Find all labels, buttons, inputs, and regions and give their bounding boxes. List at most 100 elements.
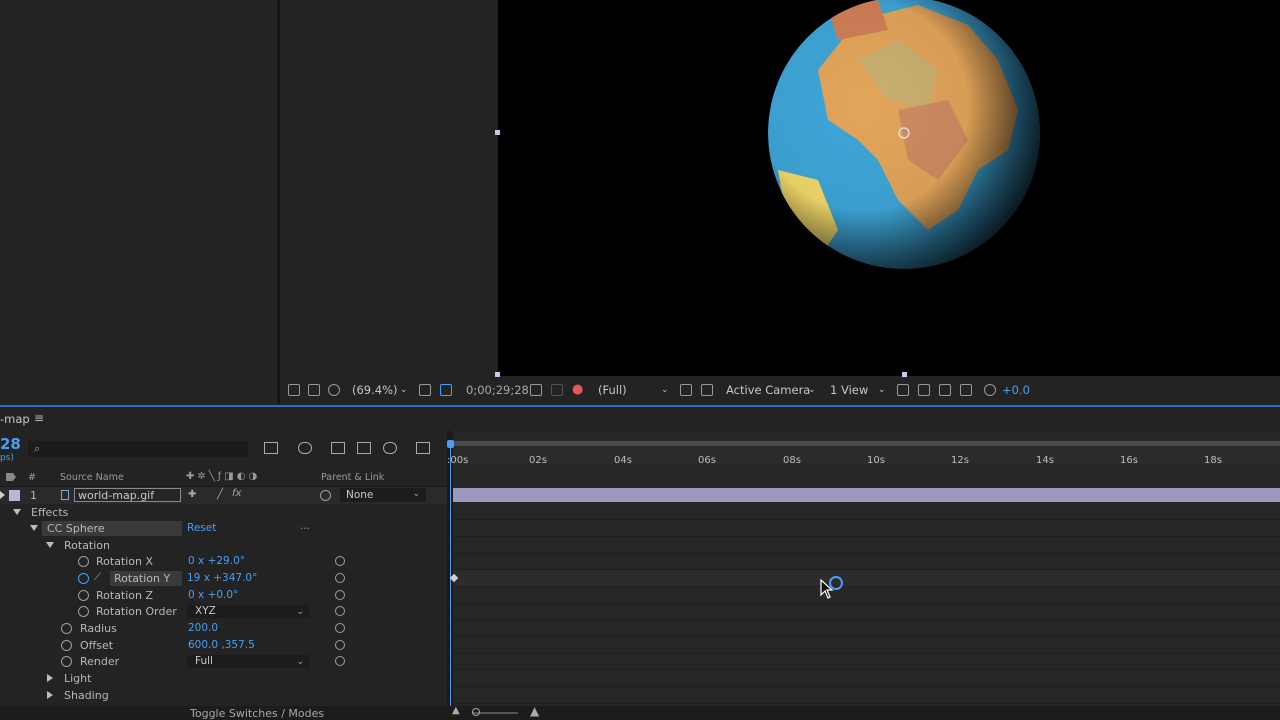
twirl-down-icon[interactable]: [46, 542, 54, 548]
search-input[interactable]: ⌕: [28, 441, 248, 457]
expression-pickwhip-icon[interactable]: [335, 623, 345, 633]
effects-switch-icon[interactable]: fx: [232, 488, 241, 499]
stopwatch-icon[interactable]: [78, 556, 89, 567]
draft-3d-icon[interactable]: [298, 442, 312, 454]
quality-switch-icon[interactable]: ╱: [217, 489, 223, 500]
stopwatch-icon[interactable]: [78, 606, 89, 617]
property-row-rotation-x[interactable]: Rotation X 0 x +29.0°: [0, 553, 447, 570]
twirl-icon[interactable]: [0, 491, 5, 499]
rotation-order-dropdown[interactable]: XYZ ⌄: [187, 605, 310, 618]
property-row-render[interactable]: Render Full ⌄: [0, 653, 447, 670]
resolution-dropdown[interactable]: (Full): [598, 383, 627, 397]
twirl-right-icon[interactable]: [47, 674, 53, 682]
transparency-grid-icon[interactable]: [701, 384, 713, 396]
stopwatch-icon[interactable]: [61, 640, 72, 651]
vr-icon[interactable]: [328, 384, 340, 396]
expression-pickwhip-icon[interactable]: [335, 606, 345, 616]
expression-pickwhip-icon[interactable]: [335, 656, 345, 666]
show-snapshot-icon[interactable]: [551, 384, 563, 396]
stopwatch-icon[interactable]: [78, 590, 89, 601]
property-value[interactable]: 600.0 ,357.5: [188, 639, 255, 651]
motion-blur-icon[interactable]: [383, 442, 397, 454]
chevron-down-icon[interactable]: ⌄: [878, 385, 886, 395]
shy-layers-icon[interactable]: [331, 442, 345, 454]
render-dropdown[interactable]: Full ⌄: [187, 655, 310, 668]
twirl-down-icon[interactable]: [30, 525, 38, 531]
time-ruler[interactable]: :00s 02s 04s 06s 08s 10s 12s 14s 16s 18s: [447, 447, 1280, 466]
work-area-bar[interactable]: [453, 441, 1280, 446]
timeline-tab[interactable]: -map: [0, 412, 30, 426]
property-value[interactable]: 0 x +0.0°: [188, 589, 238, 601]
camera-snapshot-icon[interactable]: [530, 384, 542, 396]
timeline-icon[interactable]: [939, 384, 951, 396]
monitor-icon[interactable]: [308, 384, 320, 396]
property-row-radius[interactable]: Radius 200.0: [0, 620, 447, 637]
expression-pickwhip-icon[interactable]: [335, 590, 345, 600]
twirl-down-icon[interactable]: [13, 509, 21, 515]
column-parent-link[interactable]: Parent & Link: [321, 472, 384, 483]
label-icon[interactable]: [6, 473, 16, 481]
toggle-switches-modes[interactable]: Toggle Switches / Modes: [190, 707, 324, 720]
property-row-rotation-z[interactable]: Rotation Z 0 x +0.0°: [0, 587, 447, 604]
zoom-slider-thumb[interactable]: [472, 708, 480, 716]
shy-switch-icon[interactable]: ✚: [188, 489, 196, 500]
twirl-right-icon[interactable]: [47, 691, 53, 699]
canvas-handle[interactable]: [495, 372, 500, 377]
graph-editor-icon[interactable]: [416, 442, 430, 454]
column-number[interactable]: #: [28, 472, 36, 483]
stopwatch-icon[interactable]: [61, 623, 72, 634]
layer-row[interactable]: 1 world-map.gif ✚ ╱ fx None ⌄: [0, 487, 447, 504]
current-time[interactable]: 0;00;29;28: [466, 383, 529, 397]
label-color-swatch[interactable]: [9, 490, 20, 501]
canvas-handle[interactable]: [495, 130, 500, 135]
property-value[interactable]: 0 x +29.0°: [188, 555, 245, 567]
property-row-rotation-y[interactable]: ⟋ Rotation Y 19 x +347.0°: [0, 570, 447, 587]
stopwatch-icon[interactable]: [61, 656, 72, 667]
shading-group-row[interactable]: Shading: [0, 687, 447, 704]
light-group-row[interactable]: Light: [0, 670, 447, 687]
switches-icons[interactable]: ✚✲╲ƒ◨◐◑: [186, 471, 260, 482]
effect-row[interactable]: CC Sphere Reset ...: [0, 520, 447, 537]
composition-canvas[interactable]: [498, 0, 1280, 376]
chevron-down-icon[interactable]: ⌄: [808, 385, 816, 395]
property-row-offset[interactable]: Offset 600.0 ,357.5: [0, 637, 447, 654]
flowchart-icon[interactable]: [960, 384, 972, 396]
property-value[interactable]: 19 x +347.0°: [187, 572, 257, 584]
rotation-group-row[interactable]: Rotation: [0, 537, 447, 554]
playhead[interactable]: [447, 440, 454, 448]
graph-icon[interactable]: ⟋: [94, 572, 101, 583]
effects-group-row[interactable]: Effects: [0, 504, 447, 521]
fast-previews-icon[interactable]: [918, 384, 930, 396]
expression-pickwhip-icon[interactable]: [335, 573, 345, 583]
color-channels-icon[interactable]: ●: [572, 382, 583, 397]
property-value[interactable]: 200.0: [188, 622, 218, 634]
magnification-dropdown[interactable]: (69.4%): [352, 383, 398, 397]
parent-dropdown[interactable]: None ⌄: [340, 488, 426, 502]
zoom-in-icon[interactable]: ▲: [530, 704, 539, 718]
panel-menu-icon[interactable]: ≡: [34, 411, 44, 425]
exposure-value[interactable]: +0.0: [1002, 383, 1030, 397]
current-time-display[interactable]: 28: [0, 435, 21, 453]
always-preview-icon[interactable]: [288, 384, 300, 396]
view-layout-dropdown[interactable]: 1 View: [830, 383, 868, 397]
column-source-name[interactable]: Source Name: [60, 472, 124, 483]
chevron-down-icon[interactable]: ⌄: [400, 385, 408, 395]
grid-icon[interactable]: [419, 384, 431, 396]
region-of-interest-icon[interactable]: [680, 384, 692, 396]
reset-exposure-icon[interactable]: [984, 384, 996, 396]
toggle-pixel-aspect-icon[interactable]: [897, 384, 909, 396]
pick-whip-icon[interactable]: [320, 490, 331, 501]
zoom-out-icon[interactable]: ▲: [452, 705, 460, 716]
effect-options-link[interactable]: ...: [300, 520, 310, 532]
mask-visibility-icon[interactable]: [440, 384, 452, 396]
canvas-handle[interactable]: [902, 372, 907, 377]
property-row-rotation-order[interactable]: Rotation Order XYZ ⌄: [0, 603, 447, 620]
frame-blending-icon[interactable]: [357, 442, 371, 454]
expression-pickwhip-icon[interactable]: [335, 556, 345, 566]
layer-duration-bar[interactable]: [453, 488, 1280, 502]
camera-dropdown[interactable]: Active Camera: [726, 383, 810, 397]
expression-pickwhip-icon[interactable]: [335, 640, 345, 650]
reset-link[interactable]: Reset: [187, 522, 216, 534]
chevron-down-icon[interactable]: ⌄: [661, 385, 669, 395]
stopwatch-active-icon[interactable]: [78, 573, 89, 584]
